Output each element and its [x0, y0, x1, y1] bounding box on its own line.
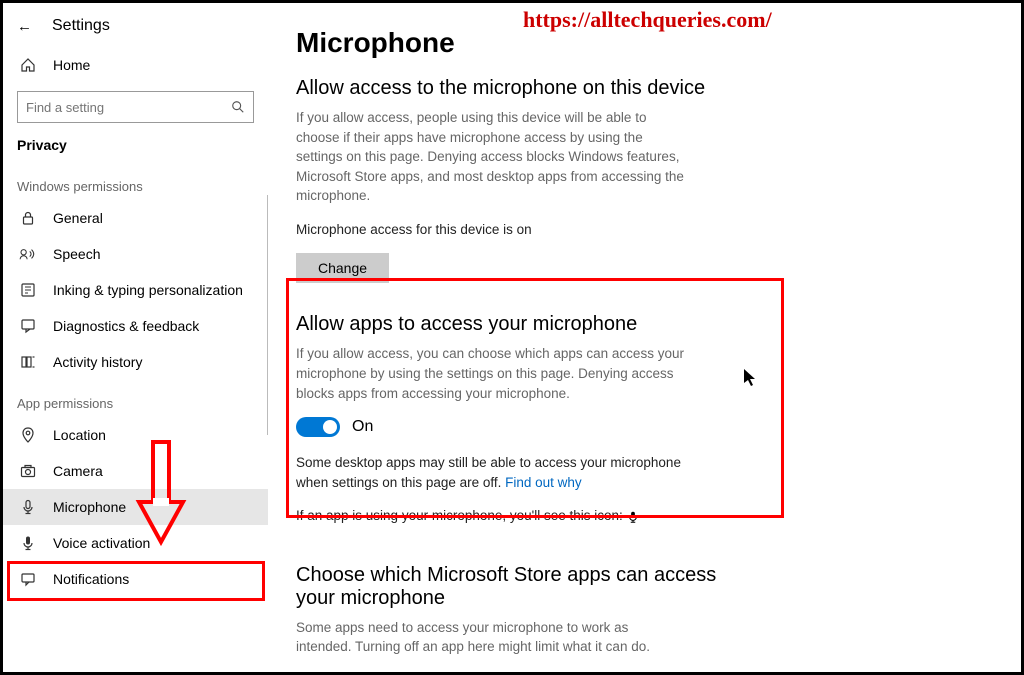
find-out-why-link[interactable]: Find out why — [505, 475, 582, 490]
section3-desc: Some apps need to access your microphone… — [296, 618, 686, 657]
nav-microphone[interactable]: Microphone — [3, 489, 268, 525]
allow-apps-toggle[interactable] — [296, 417, 340, 437]
location-icon — [17, 427, 39, 443]
nav-camera[interactable]: Camera — [3, 453, 268, 489]
change-button[interactable]: Change — [296, 253, 389, 283]
section2-icon-text: If an app is using your microphone, you'… — [296, 506, 686, 526]
nav-label: Microphone — [53, 499, 126, 515]
main-content: Microphone Allow access to the microphon… — [268, 3, 1021, 672]
nav-label: Notifications — [53, 571, 129, 587]
nav-inking[interactable]: Inking & typing personalization — [3, 272, 268, 308]
microphone-status-icon — [627, 510, 639, 524]
section3-heading: Choose which Microsoft Store apps can ac… — [296, 564, 726, 610]
lock-icon — [17, 210, 39, 226]
nav-label: Voice activation — [53, 535, 150, 551]
nav-general[interactable]: General — [3, 200, 268, 236]
nav-home[interactable]: Home — [3, 47, 268, 83]
home-icon — [17, 57, 39, 73]
back-button[interactable]: ← — [17, 18, 32, 35]
speech-icon — [17, 247, 39, 261]
page-title: Microphone — [296, 27, 993, 59]
nav-label: Inking & typing personalization — [53, 282, 243, 298]
feedback-icon — [17, 318, 39, 334]
nav-label: Camera — [53, 463, 103, 479]
nav-voice-activation[interactable]: Voice activation — [3, 525, 268, 561]
camera-icon — [17, 463, 39, 479]
group-windows-permissions: Windows permissions — [3, 163, 268, 200]
search-field[interactable] — [26, 100, 231, 115]
notifications-icon — [17, 571, 39, 587]
section1-heading: Allow access to the microphone on this d… — [296, 77, 993, 100]
search-icon — [231, 100, 245, 114]
nav-label: Activity history — [53, 354, 142, 370]
sidebar: ← Settings Home Privacy Windows permissi… — [3, 3, 268, 672]
search-input[interactable] — [17, 91, 254, 123]
nav-label: Location — [53, 427, 106, 443]
nav-notifications[interactable]: Notifications — [3, 561, 268, 597]
app-title: Settings — [52, 17, 110, 35]
voice-icon — [17, 535, 39, 551]
activity-icon — [17, 354, 39, 370]
sort-by[interactable]: Sort by: Name ∨ — [296, 671, 993, 672]
microphone-icon — [17, 499, 39, 515]
nav-location[interactable]: Location — [3, 417, 268, 453]
nav-speech[interactable]: Speech — [3, 236, 268, 272]
section2-note: Some desktop apps may still be able to a… — [296, 453, 686, 492]
nav-diagnostics[interactable]: Diagnostics & feedback — [3, 308, 268, 344]
group-app-permissions: App permissions — [3, 380, 268, 417]
toggle-label: On — [352, 418, 373, 436]
chevron-down-icon: ∨ — [383, 671, 393, 672]
nav-label: General — [53, 210, 103, 226]
inking-icon — [17, 282, 39, 298]
nav-label: Home — [53, 57, 90, 73]
nav-label: Speech — [53, 246, 100, 262]
section2-heading: Allow apps to access your microphone — [296, 313, 993, 336]
nav-label: Diagnostics & feedback — [53, 318, 199, 334]
privacy-label: Privacy — [3, 137, 268, 163]
section1-desc: If you allow access, people using this d… — [296, 108, 686, 206]
section2-desc: If you allow access, you can choose whic… — [296, 344, 686, 403]
nav-activity[interactable]: Activity history — [3, 344, 268, 380]
section1-status: Microphone access for this device is on — [296, 220, 686, 240]
